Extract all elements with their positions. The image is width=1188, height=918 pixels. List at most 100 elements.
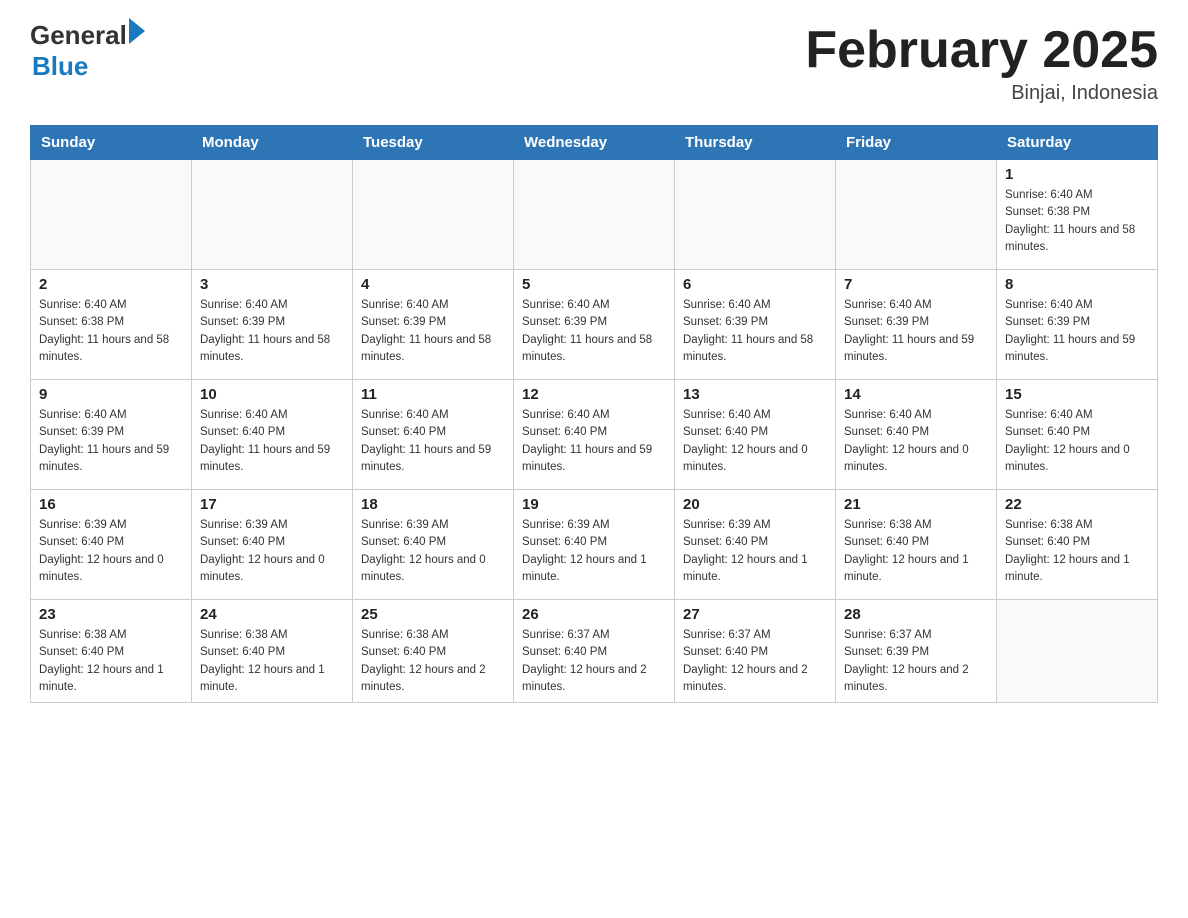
page-header: General Blue February 2025 Binjai, Indon…	[30, 20, 1158, 105]
logo-general-text: General	[30, 20, 127, 51]
calendar-cell	[192, 160, 353, 270]
day-number: 15	[1005, 386, 1149, 403]
day-info: Sunrise: 6:37 AM Sunset: 6:40 PM Dayligh…	[522, 627, 666, 696]
calendar-cell: 4 Sunrise: 6:40 AM Sunset: 6:39 PM Daylig…	[353, 270, 514, 380]
day-number: 19	[522, 496, 666, 513]
day-header-tuesday: Tuesday	[353, 126, 514, 160]
day-info: Sunrise: 6:39 AM Sunset: 6:40 PM Dayligh…	[39, 517, 183, 586]
calendar-cell: 19 Sunrise: 6:39 AM Sunset: 6:40 PM Dayli…	[514, 490, 675, 600]
day-info: Sunrise: 6:40 AM Sunset: 6:38 PM Dayligh…	[39, 297, 183, 366]
calendar-cell: 18 Sunrise: 6:39 AM Sunset: 6:40 PM Dayli…	[353, 490, 514, 600]
day-number: 18	[361, 496, 505, 513]
day-number: 21	[844, 496, 988, 513]
day-number: 16	[39, 496, 183, 513]
calendar-cell: 28 Sunrise: 6:37 AM Sunset: 6:39 PM Dayli…	[836, 600, 997, 703]
day-info: Sunrise: 6:40 AM Sunset: 6:39 PM Dayligh…	[844, 297, 988, 366]
calendar-header-row: SundayMondayTuesdayWednesdayThursdayFrid…	[31, 126, 1158, 160]
day-info: Sunrise: 6:40 AM Sunset: 6:39 PM Dayligh…	[522, 297, 666, 366]
day-number: 10	[200, 386, 344, 403]
day-number: 3	[200, 276, 344, 293]
calendar-cell: 13 Sunrise: 6:40 AM Sunset: 6:40 PM Dayli…	[675, 380, 836, 490]
logo-arrow-icon	[129, 18, 145, 44]
calendar-cell: 14 Sunrise: 6:40 AM Sunset: 6:40 PM Dayli…	[836, 380, 997, 490]
calendar-week-row: 23 Sunrise: 6:38 AM Sunset: 6:40 PM Dayli…	[31, 600, 1158, 703]
day-header-sunday: Sunday	[31, 126, 192, 160]
day-number: 28	[844, 606, 988, 623]
day-info: Sunrise: 6:38 AM Sunset: 6:40 PM Dayligh…	[39, 627, 183, 696]
day-header-thursday: Thursday	[675, 126, 836, 160]
day-info: Sunrise: 6:38 AM Sunset: 6:40 PM Dayligh…	[844, 517, 988, 586]
calendar-cell	[353, 160, 514, 270]
calendar-table: SundayMondayTuesdayWednesdayThursdayFrid…	[30, 125, 1158, 703]
day-info: Sunrise: 6:38 AM Sunset: 6:40 PM Dayligh…	[1005, 517, 1149, 586]
calendar-cell: 8 Sunrise: 6:40 AM Sunset: 6:39 PM Daylig…	[997, 270, 1158, 380]
calendar-cell	[31, 160, 192, 270]
calendar-cell: 17 Sunrise: 6:39 AM Sunset: 6:40 PM Dayli…	[192, 490, 353, 600]
calendar-cell: 3 Sunrise: 6:40 AM Sunset: 6:39 PM Daylig…	[192, 270, 353, 380]
day-info: Sunrise: 6:39 AM Sunset: 6:40 PM Dayligh…	[522, 517, 666, 586]
day-number: 26	[522, 606, 666, 623]
calendar-cell: 16 Sunrise: 6:39 AM Sunset: 6:40 PM Dayli…	[31, 490, 192, 600]
calendar-cell: 22 Sunrise: 6:38 AM Sunset: 6:40 PM Dayli…	[997, 490, 1158, 600]
day-header-monday: Monday	[192, 126, 353, 160]
day-number: 1	[1005, 166, 1149, 183]
day-info: Sunrise: 6:40 AM Sunset: 6:40 PM Dayligh…	[200, 407, 344, 476]
day-number: 13	[683, 386, 827, 403]
day-number: 23	[39, 606, 183, 623]
day-info: Sunrise: 6:40 AM Sunset: 6:40 PM Dayligh…	[522, 407, 666, 476]
logo: General Blue	[30, 20, 145, 82]
day-info: Sunrise: 6:37 AM Sunset: 6:40 PM Dayligh…	[683, 627, 827, 696]
day-number: 9	[39, 386, 183, 403]
day-info: Sunrise: 6:39 AM Sunset: 6:40 PM Dayligh…	[683, 517, 827, 586]
calendar-cell: 11 Sunrise: 6:40 AM Sunset: 6:40 PM Dayli…	[353, 380, 514, 490]
day-number: 5	[522, 276, 666, 293]
calendar-cell: 1Sunrise: 6:40 AM Sunset: 6:38 PM Daylig…	[997, 160, 1158, 270]
day-number: 20	[683, 496, 827, 513]
calendar-cell: 21 Sunrise: 6:38 AM Sunset: 6:40 PM Dayli…	[836, 490, 997, 600]
day-info: Sunrise: 6:37 AM Sunset: 6:39 PM Dayligh…	[844, 627, 988, 696]
day-number: 2	[39, 276, 183, 293]
day-number: 14	[844, 386, 988, 403]
day-info: Sunrise: 6:40 AM Sunset: 6:39 PM Dayligh…	[200, 297, 344, 366]
day-number: 24	[200, 606, 344, 623]
day-number: 6	[683, 276, 827, 293]
day-header-friday: Friday	[836, 126, 997, 160]
day-info: Sunrise: 6:40 AM Sunset: 6:40 PM Dayligh…	[361, 407, 505, 476]
calendar-cell	[836, 160, 997, 270]
calendar-cell: 6Sunrise: 6:40 AM Sunset: 6:39 PM Daylig…	[675, 270, 836, 380]
calendar-cell: 7 Sunrise: 6:40 AM Sunset: 6:39 PM Daylig…	[836, 270, 997, 380]
day-info: Sunrise: 6:40 AM Sunset: 6:39 PM Dayligh…	[361, 297, 505, 366]
calendar-location: Binjai, Indonesia	[805, 82, 1158, 105]
calendar-cell: 27 Sunrise: 6:37 AM Sunset: 6:40 PM Dayli…	[675, 600, 836, 703]
day-info: Sunrise: 6:39 AM Sunset: 6:40 PM Dayligh…	[361, 517, 505, 586]
day-info: Sunrise: 6:40 AM Sunset: 6:39 PM Dayligh…	[1005, 297, 1149, 366]
day-number: 25	[361, 606, 505, 623]
calendar-cell: 9 Sunrise: 6:40 AM Sunset: 6:39 PM Daylig…	[31, 380, 192, 490]
calendar-week-row: 16 Sunrise: 6:39 AM Sunset: 6:40 PM Dayli…	[31, 490, 1158, 600]
calendar-cell: 24 Sunrise: 6:38 AM Sunset: 6:40 PM Dayli…	[192, 600, 353, 703]
day-header-saturday: Saturday	[997, 126, 1158, 160]
calendar-week-row: 9 Sunrise: 6:40 AM Sunset: 6:39 PM Daylig…	[31, 380, 1158, 490]
day-number: 22	[1005, 496, 1149, 513]
calendar-title: February 2025	[805, 20, 1158, 80]
day-info: Sunrise: 6:40 AM Sunset: 6:40 PM Dayligh…	[683, 407, 827, 476]
day-info: Sunrise: 6:40 AM Sunset: 6:39 PM Dayligh…	[39, 407, 183, 476]
calendar-cell	[514, 160, 675, 270]
calendar-cell: 23 Sunrise: 6:38 AM Sunset: 6:40 PM Dayli…	[31, 600, 192, 703]
calendar-cell: 15Sunrise: 6:40 AM Sunset: 6:40 PM Dayli…	[997, 380, 1158, 490]
day-number: 8	[1005, 276, 1149, 293]
day-number: 17	[200, 496, 344, 513]
day-info: Sunrise: 6:40 AM Sunset: 6:40 PM Dayligh…	[844, 407, 988, 476]
day-number: 11	[361, 386, 505, 403]
calendar-cell	[675, 160, 836, 270]
calendar-cell: 2 Sunrise: 6:40 AM Sunset: 6:38 PM Daylig…	[31, 270, 192, 380]
calendar-cell: 5 Sunrise: 6:40 AM Sunset: 6:39 PM Daylig…	[514, 270, 675, 380]
calendar-cell: 12Sunrise: 6:40 AM Sunset: 6:40 PM Dayli…	[514, 380, 675, 490]
day-info: Sunrise: 6:38 AM Sunset: 6:40 PM Dayligh…	[361, 627, 505, 696]
day-info: Sunrise: 6:38 AM Sunset: 6:40 PM Dayligh…	[200, 627, 344, 696]
day-number: 4	[361, 276, 505, 293]
day-info: Sunrise: 6:39 AM Sunset: 6:40 PM Dayligh…	[200, 517, 344, 586]
day-number: 27	[683, 606, 827, 623]
day-number: 7	[844, 276, 988, 293]
day-header-wednesday: Wednesday	[514, 126, 675, 160]
